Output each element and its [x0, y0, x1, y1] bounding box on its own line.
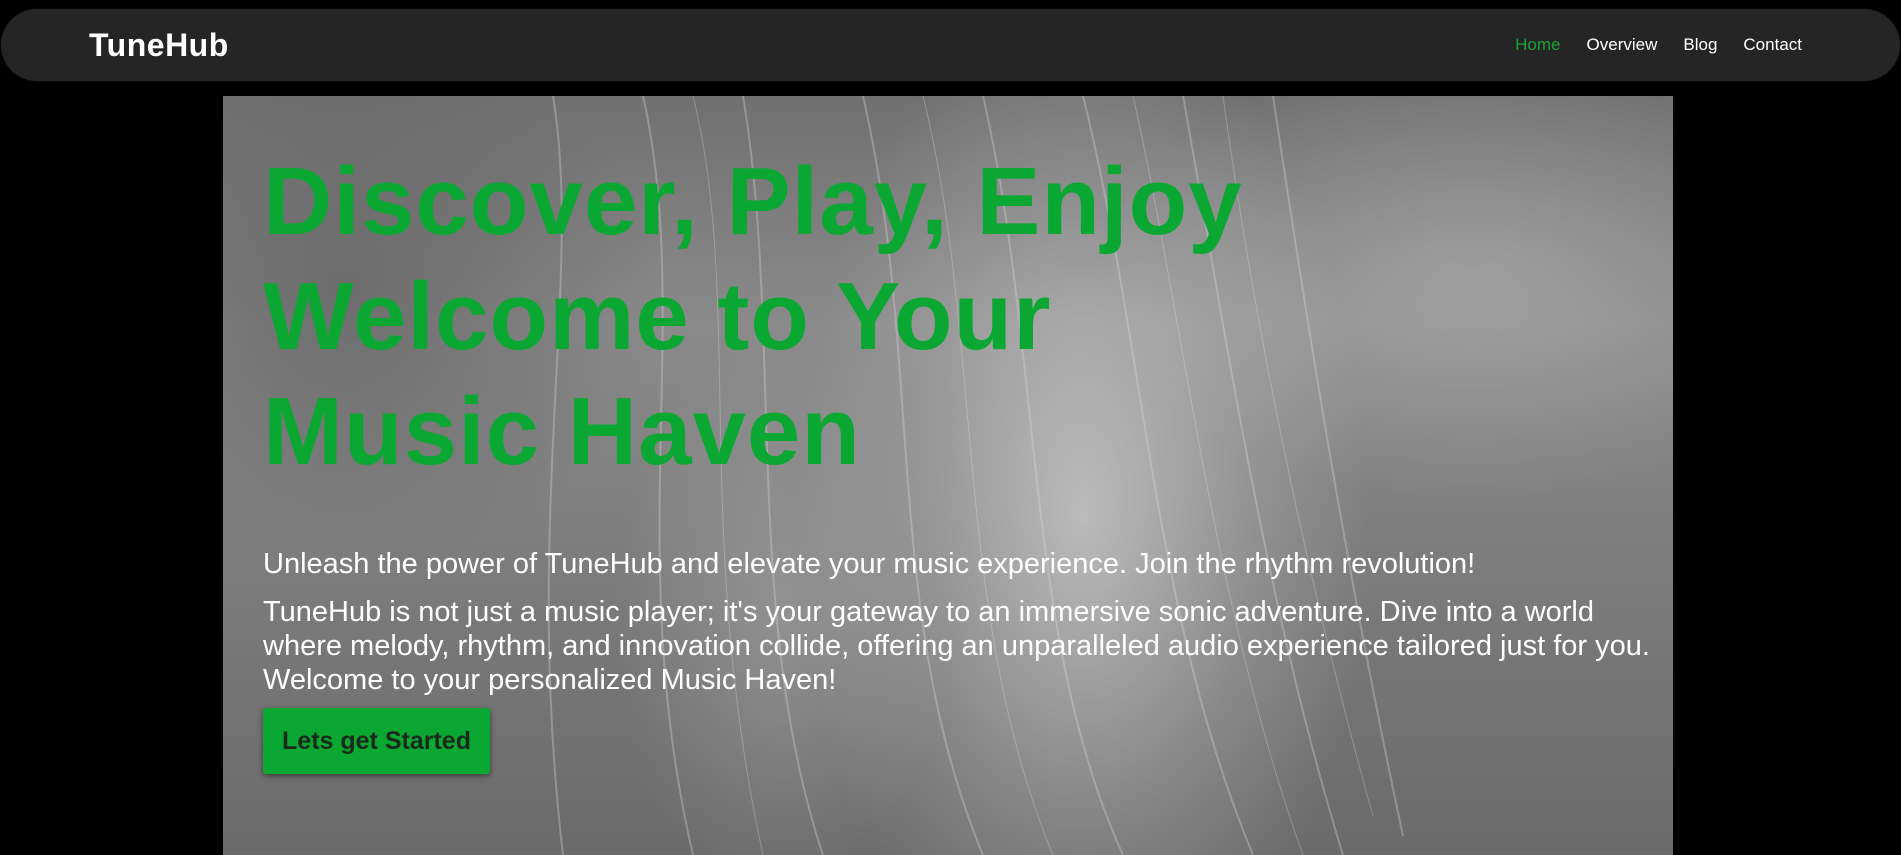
headline-line-3: Music Haven — [263, 378, 861, 485]
hero-section: Discover, Play, Enjoy Welcome to Your Mu… — [223, 96, 1673, 855]
nav-link-home[interactable]: Home — [1515, 35, 1560, 55]
get-started-button[interactable]: Lets get Started — [263, 708, 490, 774]
hero-tagline: Unleash the power of TuneHub and elevate… — [263, 548, 1476, 580]
nav-link-contact[interactable]: Contact — [1743, 35, 1802, 55]
nav-links: Home Overview Blog Contact — [1489, 35, 1802, 55]
navbar: TuneHub Home Overview Blog Contact — [1, 9, 1900, 81]
brand-logo[interactable]: TuneHub — [89, 27, 229, 64]
nav-link-blog[interactable]: Blog — [1683, 35, 1717, 55]
nav-link-overview[interactable]: Overview — [1587, 35, 1658, 55]
headline-line-2: Welcome to Your — [263, 263, 1052, 370]
hero-headline: Discover, Play, Enjoy Welcome to Your Mu… — [263, 144, 1663, 489]
hero-description: TuneHub is not just a music player; it's… — [263, 596, 1650, 696]
headline-line-1: Discover, Play, Enjoy — [263, 148, 1243, 255]
hero-content: Discover, Play, Enjoy Welcome to Your Mu… — [263, 144, 1663, 697]
